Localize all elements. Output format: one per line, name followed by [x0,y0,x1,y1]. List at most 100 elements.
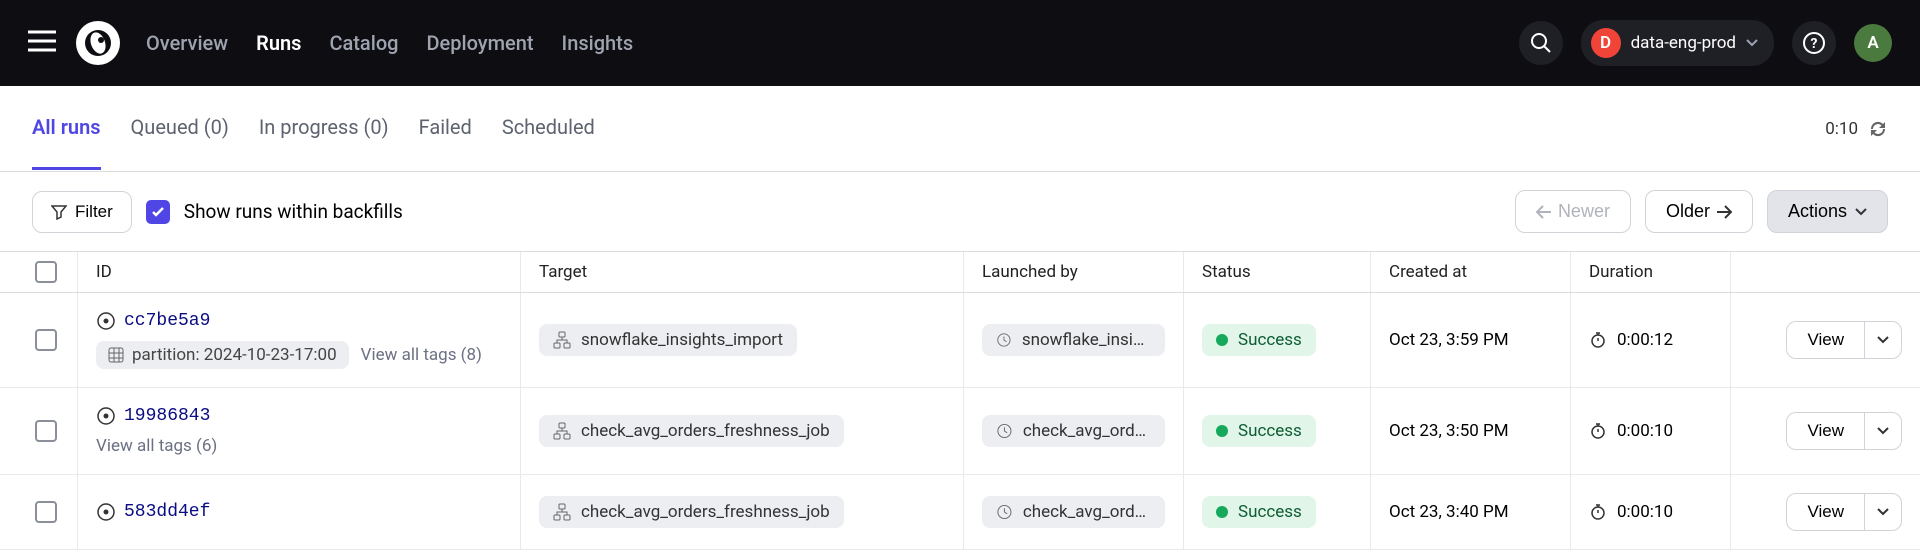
help-button[interactable]: ? [1792,21,1836,65]
view-button[interactable]: View [1786,493,1864,531]
view-dropdown-button[interactable] [1864,493,1902,531]
run-id-link[interactable]: 19986843 [124,406,210,426]
table-row: cc7be5a9 partition: 2024-10-23-17:00 Vie… [0,293,1920,388]
runs-tabs: All runs Queued (0) In progress (0) Fail… [32,87,1825,170]
tab-all-runs[interactable]: All runs [32,87,101,170]
tab-in-progress[interactable]: In progress (0) [259,87,389,170]
created-at-text: Oct 23, 3:50 PM [1389,421,1509,441]
filter-label: Filter [75,202,113,222]
view-button[interactable]: View [1786,321,1864,359]
column-id: ID [78,252,521,292]
status-chip: Success [1202,324,1316,356]
top-header: Overview Runs Catalog Deployment Insight… [0,0,1920,86]
show-backfills-checkbox[interactable] [146,200,170,224]
workspace-selector[interactable]: D data-eng-prod [1581,20,1774,66]
timer-value: 0:10 [1825,119,1858,139]
target-chip[interactable]: snowflake_insights_import [539,324,797,356]
view-tags-link[interactable]: View all tags (8) [361,345,482,365]
duration-text: 0:00:10 [1617,502,1673,522]
tab-scheduled[interactable]: Scheduled [502,87,595,170]
nav-deployment[interactable]: Deployment [427,31,534,55]
stopwatch-icon [1589,422,1607,440]
newer-label: Newer [1558,201,1610,222]
workspace-badge: D [1591,28,1621,58]
run-id-link[interactable]: 583dd4ef [124,502,210,522]
run-id-link[interactable]: cc7be5a9 [124,311,210,331]
target-text: snowflake_insights_import [581,330,783,350]
partition-icon [108,347,124,363]
view-tags-link[interactable]: View all tags (6) [96,436,217,456]
chevron-down-icon [1877,427,1889,435]
arrow-left-icon [1536,205,1552,219]
run-icon [96,311,116,331]
target-chip[interactable]: check_avg_orders_freshness_job [539,496,844,528]
run-icon [96,406,116,426]
actions-button[interactable]: Actions [1767,190,1888,233]
filter-button[interactable]: Filter [32,191,132,233]
column-created-at: Created at [1371,252,1571,292]
stopwatch-icon [1589,331,1607,349]
hamburger-icon[interactable] [28,30,56,57]
nav-catalog[interactable]: Catalog [329,31,398,55]
launched-by-chip[interactable]: snowflake_insight… [982,324,1165,356]
partition-text: partition: 2024-10-23-17:00 [132,345,337,365]
header-right: D data-eng-prod ? A [1519,20,1892,66]
runs-tabs-row: All runs Queued (0) In progress (0) Fail… [0,86,1920,172]
created-at-text: Oct 23, 3:59 PM [1389,330,1509,350]
nav-runs[interactable]: Runs [256,31,301,55]
target-chip[interactable]: check_avg_orders_freshness_job [539,415,844,447]
target-text: check_avg_orders_freshness_job [581,502,830,522]
select-all-checkbox[interactable] [35,261,57,283]
workspace-name: data-eng-prod [1631,33,1736,53]
status-dot-icon [1216,425,1228,437]
row-checkbox[interactable] [35,329,57,351]
table-row: 19986843 View all tags (6) check_avg_ord… [0,388,1920,475]
launched-by-text: snowflake_insight… [1022,330,1151,350]
status-text: Success [1238,502,1302,522]
older-button[interactable]: Older [1645,190,1753,233]
status-dot-icon [1216,334,1228,346]
run-icon [96,502,116,522]
search-button[interactable] [1519,21,1563,65]
chevron-down-icon [1855,208,1867,216]
schedule-icon [996,422,1013,440]
older-label: Older [1666,201,1710,222]
launched-by-text: check_avg_order… [1023,502,1151,522]
show-backfills-label: Show runs within backfills [184,200,403,223]
runs-table: ID Target Launched by Status Created at … [0,251,1920,550]
view-dropdown-button[interactable] [1864,412,1902,450]
dagster-logo[interactable] [74,19,122,67]
view-dropdown-button[interactable] [1864,321,1902,359]
actions-label: Actions [1788,201,1847,222]
status-dot-icon [1216,506,1228,518]
tab-failed[interactable]: Failed [419,87,472,170]
created-at-text: Oct 23, 3:40 PM [1389,502,1509,522]
launched-by-chip[interactable]: check_avg_order… [982,415,1165,447]
target-text: check_avg_orders_freshness_job [581,421,830,441]
refresh-icon[interactable] [1868,119,1888,139]
nav-insights[interactable]: Insights [562,31,634,55]
launched-by-text: check_avg_order… [1023,421,1151,441]
arrow-right-icon [1716,205,1732,219]
user-avatar[interactable]: A [1854,24,1892,62]
row-checkbox[interactable] [35,420,57,442]
nav-overview[interactable]: Overview [146,31,228,55]
partition-chip[interactable]: partition: 2024-10-23-17:00 [96,341,349,369]
schedule-icon [996,331,1012,349]
launched-by-chip[interactable]: check_avg_order… [982,496,1165,528]
chevron-down-icon [1877,508,1889,516]
status-chip: Success [1202,496,1316,528]
newer-button[interactable]: Newer [1515,190,1631,233]
duration-text: 0:00:12 [1617,330,1673,350]
view-button[interactable]: View [1786,412,1864,450]
table-row: 583dd4ef check_avg_orders_freshness_job … [0,475,1920,550]
table-header: ID Target Launched by Status Created at … [0,251,1920,293]
row-checkbox[interactable] [35,501,57,523]
svg-text:?: ? [1811,36,1818,52]
filter-icon [51,204,67,220]
tab-queued[interactable]: Queued (0) [131,87,229,170]
main-nav: Overview Runs Catalog Deployment Insight… [146,31,1519,55]
job-icon [553,331,571,349]
status-text: Success [1238,330,1302,350]
chevron-down-icon [1877,336,1889,344]
